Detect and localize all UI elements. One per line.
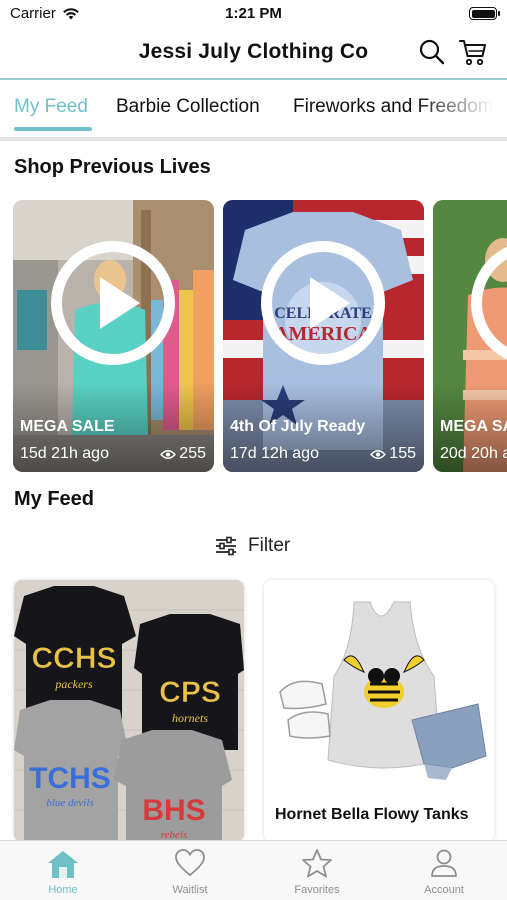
live-video-card[interactable]: MEGA SALE 20d 20h ago bbox=[433, 200, 507, 472]
previous-lives-carousel[interactable]: MEGA SALE 15d 21h ago 255 CELEBRATE AMER… bbox=[0, 200, 507, 472]
shirt-text: CPS bbox=[159, 676, 221, 709]
view-count: 155 bbox=[370, 445, 416, 463]
app-header: Jessi July Clothing Co bbox=[0, 28, 507, 78]
tab-waitlist[interactable]: Waitlist bbox=[127, 841, 253, 900]
shirt-text: packers bbox=[54, 677, 93, 691]
shirt-text: CCHS bbox=[31, 642, 116, 675]
live-video-card[interactable]: MEGA SALE 15d 21h ago 255 bbox=[13, 200, 214, 472]
hornet-tank-image bbox=[264, 580, 494, 795]
live-title: 4th Of July Ready bbox=[230, 418, 366, 435]
view-count: 255 bbox=[160, 445, 206, 463]
shirt-text: hornets bbox=[172, 711, 208, 725]
shop-previous-lives-heading: Shop Previous Lives bbox=[14, 156, 211, 178]
tab-barbie-collection[interactable]: Barbie Collection bbox=[116, 96, 260, 118]
tab-my-feed[interactable]: My Feed bbox=[14, 96, 88, 118]
view-count-value: 255 bbox=[179, 445, 206, 462]
product-title: Hornet Bella Flowy Tanks bbox=[275, 806, 469, 823]
person-icon bbox=[431, 849, 457, 877]
live-title: MEGA SALE bbox=[20, 418, 115, 435]
school-shirts-image: CCHS packers CPS hornets TCHS blue devil… bbox=[14, 580, 244, 842]
tab-favorites[interactable]: Favorites bbox=[254, 841, 380, 900]
tab-favorites-label: Favorites bbox=[294, 884, 340, 896]
tab-account[interactable]: Account bbox=[381, 841, 507, 900]
eye-icon bbox=[370, 449, 387, 459]
filter-button[interactable]: Filter bbox=[214, 532, 290, 560]
tab-account-label: Account bbox=[424, 884, 464, 896]
my-feed-heading: My Feed bbox=[14, 488, 95, 510]
live-time-ago: 15d 21h ago bbox=[20, 445, 109, 462]
eye-icon bbox=[160, 449, 177, 459]
tabs-divider bbox=[0, 137, 507, 141]
tab-waitlist-label: Waitlist bbox=[172, 884, 208, 896]
product-card[interactable]: CCHS packers CPS hornets TCHS blue devil… bbox=[14, 580, 244, 842]
tab-home-label: Home bbox=[48, 884, 78, 896]
live-video-card[interactable]: CELEBRATE AMERICA 4th Of July Ready 17d … bbox=[223, 200, 424, 472]
live-time-ago: 20d 20h ago bbox=[440, 445, 507, 462]
search-icon bbox=[419, 39, 445, 65]
live-title: MEGA SALE bbox=[440, 418, 507, 435]
home-icon bbox=[48, 851, 78, 878]
search-button[interactable] bbox=[416, 36, 448, 68]
heart-icon bbox=[175, 849, 205, 877]
shirt-text: BHS bbox=[142, 794, 205, 827]
filter-label: Filter bbox=[248, 535, 291, 556]
tabs-fade-overlay bbox=[417, 80, 507, 130]
battery-icon bbox=[469, 7, 500, 20]
active-tab-indicator bbox=[14, 127, 92, 131]
live-time-ago: 17d 12h ago bbox=[230, 445, 319, 462]
product-card[interactable]: Hornet Bella Flowy Tanks bbox=[264, 580, 494, 842]
shirt-text: TCHS bbox=[29, 762, 111, 795]
shirt-text: blue devils bbox=[46, 797, 93, 809]
play-icon bbox=[100, 277, 140, 329]
star-icon bbox=[302, 849, 332, 878]
bottom-tab-bar: Home Waitlist Favorites Account bbox=[0, 840, 507, 900]
status-bar: Carrier 1:21 PM bbox=[0, 0, 507, 28]
view-count-value: 155 bbox=[389, 445, 416, 462]
play-icon bbox=[310, 277, 350, 329]
tab-home[interactable]: Home bbox=[0, 841, 126, 900]
cart-icon bbox=[459, 40, 486, 66]
status-time: 1:21 PM bbox=[225, 5, 282, 22]
cart-button[interactable] bbox=[457, 36, 489, 68]
sliders-icon bbox=[216, 536, 236, 556]
